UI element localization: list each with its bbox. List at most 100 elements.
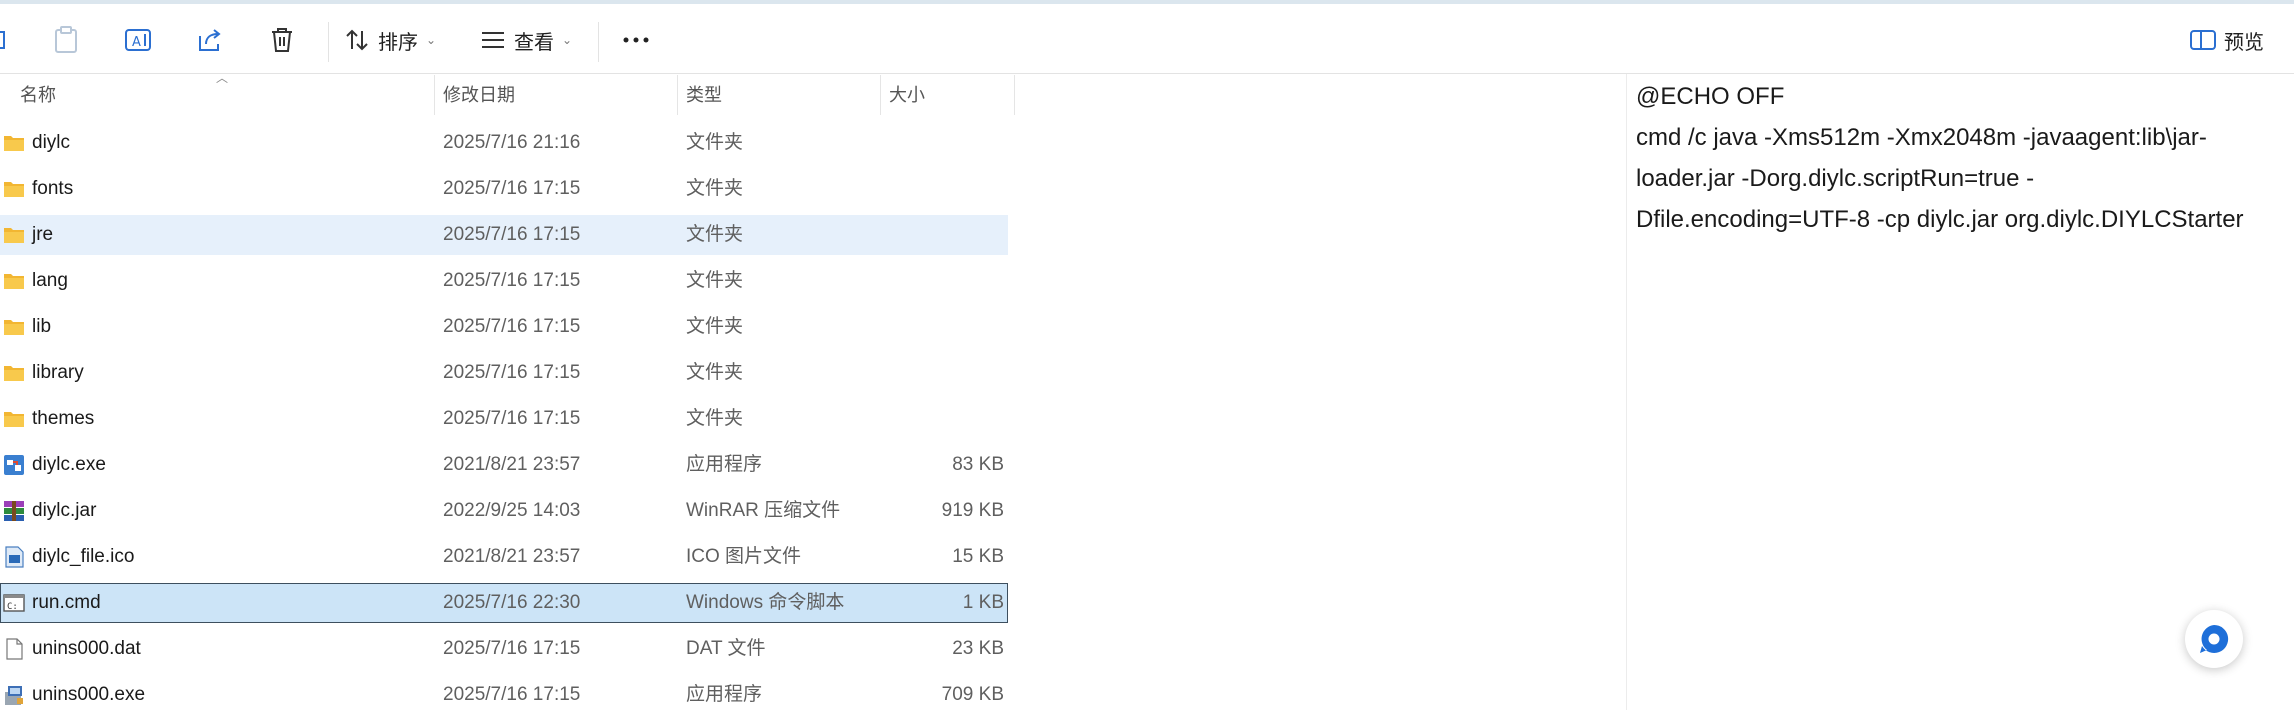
column-header-size[interactable]: 大小 xyxy=(880,75,1015,115)
folder-icon xyxy=(3,408,25,430)
file-name: lib xyxy=(32,316,52,337)
folder-icon xyxy=(3,270,25,292)
file-size xyxy=(880,399,1004,439)
rename-icon: A xyxy=(125,29,151,51)
column-header-type[interactable]: 类型 xyxy=(677,75,878,115)
file-row[interactable]: diylc 2025/7/16 21:16 文件夹 xyxy=(0,123,1008,163)
file-name: run.cmd xyxy=(32,592,101,613)
file-name: themes xyxy=(32,408,95,429)
script-icon: C: xyxy=(3,592,25,614)
file-modified-date: 2025/7/16 17:15 xyxy=(443,270,581,291)
toolbar-separator xyxy=(328,22,329,62)
folder-icon xyxy=(3,224,25,246)
column-header-date[interactable]: 修改日期 xyxy=(434,75,677,115)
file-type: 应用程序 xyxy=(686,454,763,475)
file-size: 23 KB xyxy=(952,638,1004,659)
file-type: Windows 命令脚本 xyxy=(686,592,845,613)
file-size: 1 KB xyxy=(962,592,1004,613)
file-type: ICO 图片文件 xyxy=(686,546,802,567)
file-name: unins000.exe xyxy=(32,684,146,705)
sort-button[interactable]: 排序 ⌄ xyxy=(344,16,444,64)
chevron-down-icon: ⌄ xyxy=(426,33,437,47)
preview-pane: @ECHO OFF cmd /c java -Xms512m -Xmx2048m… xyxy=(1626,74,2294,710)
file-type: 应用程序 xyxy=(686,684,763,705)
paste-button[interactable] xyxy=(44,16,88,64)
rename-button[interactable]: A xyxy=(116,16,160,64)
preview-pane-button[interactable]: 预览 xyxy=(2190,16,2280,64)
file-name: diylc xyxy=(32,132,71,153)
delete-button[interactable] xyxy=(260,16,304,64)
file-type: 文件夹 xyxy=(686,270,744,291)
file-modified-date: 2025/7/16 17:15 xyxy=(443,362,581,383)
preview-text-line: Dfile.encoding=UTF-8 -cp diylc.jar org.d… xyxy=(1636,206,2244,233)
file-row[interactable]: themes 2025/7/16 17:15 文件夹 xyxy=(0,399,1008,439)
file-row[interactable]: fonts 2025/7/16 17:15 文件夹 xyxy=(0,169,1008,209)
file-row[interactable]: unins000.exe 2025/7/16 17:15 应用程序 709 KB xyxy=(0,675,1008,715)
file-modified-date: 2022/9/25 14:03 xyxy=(443,500,581,521)
svg-text:C:: C: xyxy=(7,602,18,612)
preview-pane-icon xyxy=(2190,30,2216,50)
view-button[interactable]: 查看 ⌄ xyxy=(480,16,580,64)
file-row[interactable]: diylc.exe 2021/8/21 23:57 应用程序 83 KB xyxy=(0,445,1008,485)
column-header-row: ︿ 名称 修改日期 类型 大小 xyxy=(0,71,1015,115)
file-row[interactable]: library 2025/7/16 17:15 文件夹 xyxy=(0,353,1008,393)
share-icon xyxy=(199,29,221,51)
folder-icon xyxy=(3,316,25,338)
file-row[interactable]: lang 2025/7/16 17:15 文件夹 xyxy=(0,261,1008,301)
file-modified-date: 2025/7/16 17:15 xyxy=(443,178,581,199)
file-modified-date: 2025/7/16 17:15 xyxy=(443,224,581,245)
file-size: 15 KB xyxy=(952,546,1004,567)
share-button[interactable] xyxy=(188,16,232,64)
delete-icon xyxy=(272,28,292,52)
view-icon xyxy=(482,32,504,48)
file-modified-date: 2025/7/16 17:15 xyxy=(443,316,581,337)
chat-assistant-button[interactable] xyxy=(2185,610,2243,668)
sort-icon xyxy=(346,29,368,51)
image-icon xyxy=(3,546,25,568)
file-size xyxy=(880,123,1004,163)
file-name: jre xyxy=(32,224,54,245)
preview-text-line: loader.jar -Dorg.diylc.scriptRun=true - xyxy=(1636,165,2035,192)
file-name: lang xyxy=(32,270,68,291)
file-name: diylc.jar xyxy=(32,500,97,521)
file-type: 文件夹 xyxy=(686,408,744,429)
file-type: 文件夹 xyxy=(686,362,744,383)
new-button[interactable] xyxy=(0,16,12,64)
archive-icon xyxy=(3,500,25,522)
partial-left-icon xyxy=(0,31,5,49)
file-modified-date: 2021/8/21 23:57 xyxy=(443,454,581,475)
file-size xyxy=(880,353,1004,393)
preview-label: 预览 xyxy=(2224,31,2264,54)
toolbar-separator xyxy=(598,22,599,62)
file-row[interactable]: unins000.dat 2025/7/16 17:15 DAT 文件 23 KB xyxy=(0,629,1008,669)
folder-icon xyxy=(3,178,25,200)
svg-text:A: A xyxy=(132,35,141,50)
file-size xyxy=(880,169,1004,209)
file-name: fonts xyxy=(32,178,74,199)
more-button[interactable] xyxy=(616,16,656,64)
file-modified-date: 2025/7/16 17:15 xyxy=(443,408,581,429)
file-row[interactable]: C: run.cmd 2025/7/16 22:30 Windows 命令脚本 1 KB xyxy=(0,583,1008,623)
file-type: WinRAR 压缩文件 xyxy=(686,500,841,521)
file-size: 709 KB xyxy=(941,684,1004,705)
chat-bubble-icon xyxy=(2200,624,2229,653)
file-type: 文件夹 xyxy=(686,316,744,337)
file-name: library xyxy=(32,362,84,383)
file-type: 文件夹 xyxy=(686,178,744,199)
file-row[interactable]: diylc_file.ico 2021/8/21 23:57 ICO 图片文件 15 … xyxy=(0,537,1008,577)
column-header-name[interactable]: 名称 xyxy=(12,75,432,115)
file-row[interactable]: jre 2025/7/16 17:15 文件夹 xyxy=(0,215,1008,255)
paste-icon xyxy=(55,26,77,53)
preview-text-line: @ECHO OFF xyxy=(1636,83,1785,110)
file-row[interactable]: lib 2025/7/16 17:15 文件夹 xyxy=(0,307,1008,347)
preview-text-line: cmd /c java -Xms512m -Xmx2048m -javaagen… xyxy=(1636,124,2207,151)
file-row[interactable]: diylc.jar 2022/9/25 14:03 WinRAR 压缩文件 919 K… xyxy=(0,491,1008,531)
file-modified-date: 2025/7/16 17:15 xyxy=(443,684,581,705)
chevron-down-icon: ⌄ xyxy=(562,33,573,47)
file-modified-date: 2021/8/21 23:57 xyxy=(443,546,581,567)
file-icon xyxy=(3,638,25,660)
file-size xyxy=(880,215,1004,255)
file-name: diylc_file.ico xyxy=(32,546,135,567)
view-label: 查看 xyxy=(514,31,554,54)
file-type: DAT 文件 xyxy=(686,638,766,659)
